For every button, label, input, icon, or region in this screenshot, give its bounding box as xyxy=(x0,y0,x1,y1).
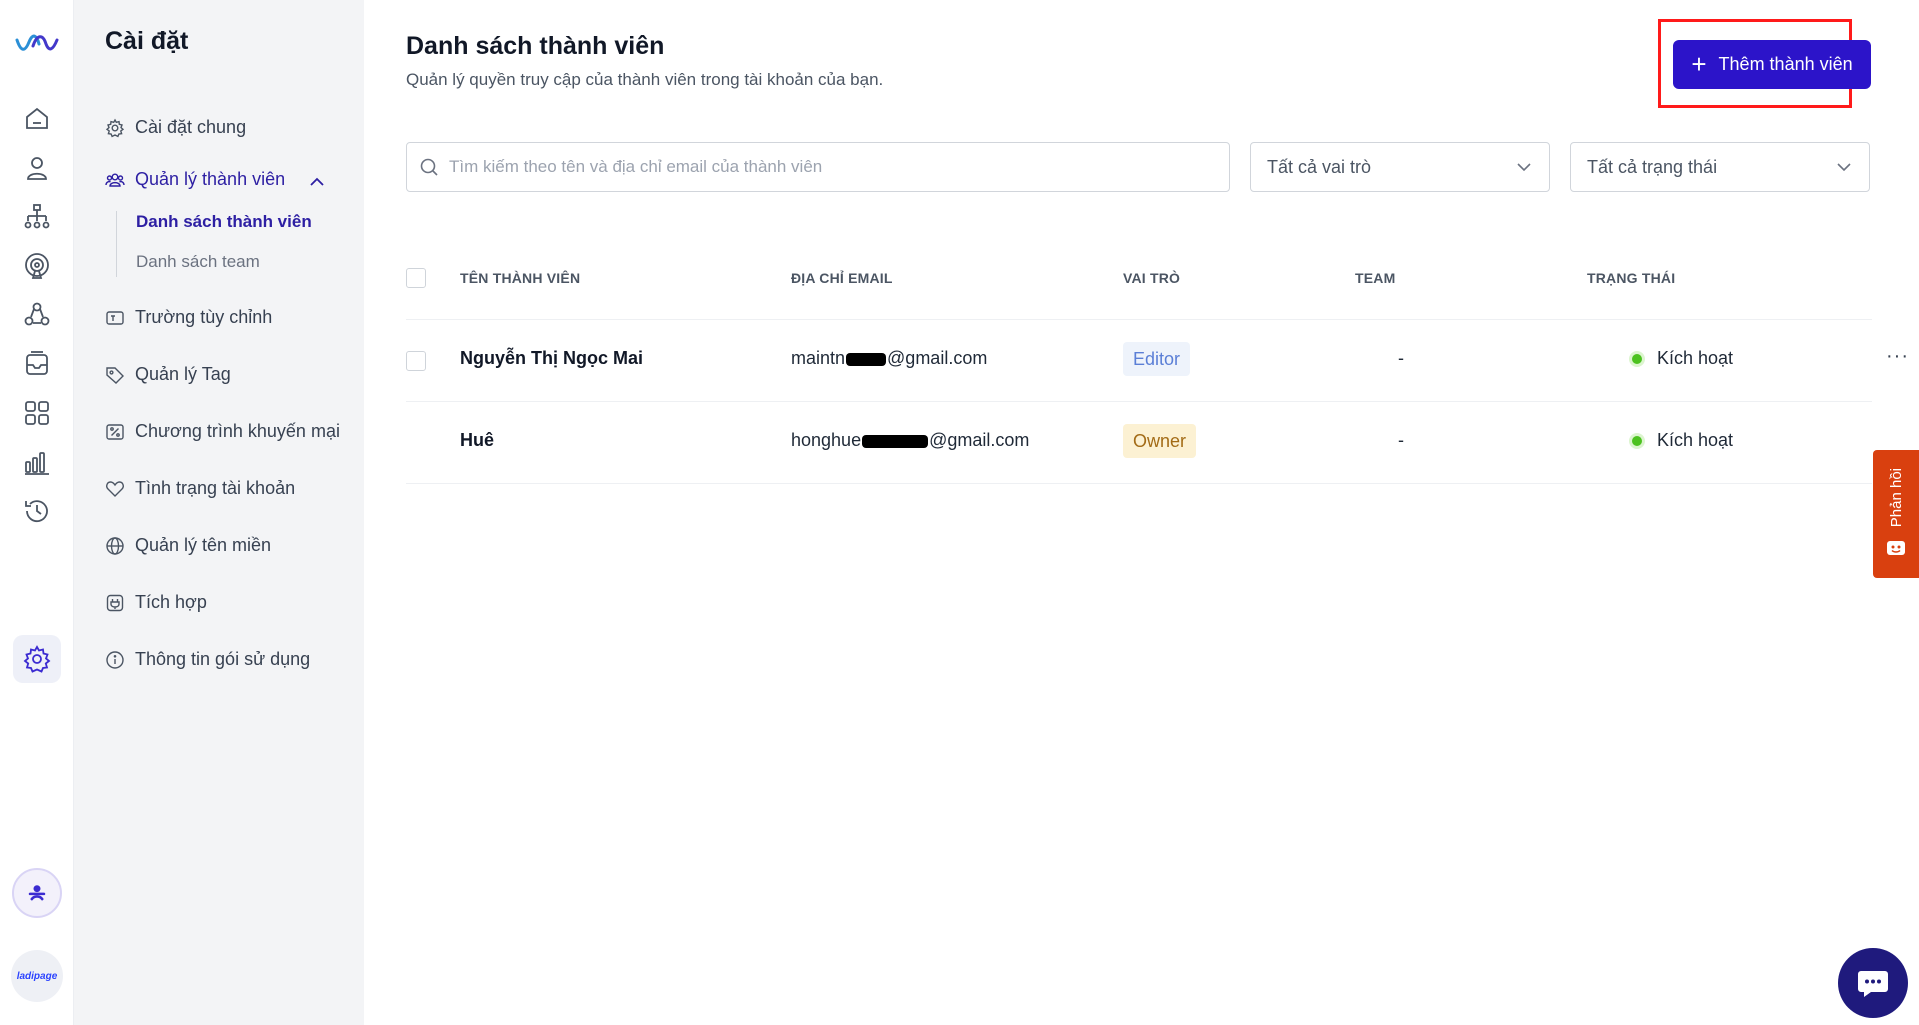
sidebar-item-members[interactable]: Quản lý thành viên xyxy=(105,169,285,190)
sidebar-item-domains[interactable]: Quản lý tên miền xyxy=(105,535,271,556)
add-member-button[interactable]: + Thêm thành viên xyxy=(1673,40,1871,89)
member-email: maintn @gmail.com xyxy=(791,348,987,369)
plus-icon: + xyxy=(1691,48,1707,79)
search-input[interactable] xyxy=(449,157,1209,177)
chevron-down-icon xyxy=(1517,163,1531,172)
sidebar-item-integrations[interactable]: Tích hợp xyxy=(105,592,207,613)
chevron-up-icon[interactable] xyxy=(307,172,327,192)
icon-rail: ladipage xyxy=(0,0,74,1025)
sidebar-subitem-member-list[interactable]: Danh sách thành viên xyxy=(136,212,312,232)
history-icon[interactable] xyxy=(13,487,61,535)
column-header-role: VAI TRÒ xyxy=(1123,270,1181,286)
role-filter-value: Tất cả vai trò xyxy=(1267,156,1372,177)
email-prefix: honghue xyxy=(791,430,862,450)
sidebar-item-label: Tình trạng tài khoản xyxy=(135,478,296,498)
apps-icon[interactable] xyxy=(13,389,61,437)
role-badge: Owner xyxy=(1123,424,1197,458)
more-actions-icon[interactable]: ··· xyxy=(1886,345,1909,368)
search-icon xyxy=(420,158,438,176)
sidebar-item-label: Quản lý Tag xyxy=(135,364,231,384)
avatar[interactable] xyxy=(12,868,62,918)
inbox-icon[interactable] xyxy=(13,340,61,388)
email-suffix: @gmail.com xyxy=(929,430,1030,450)
add-member-label: Thêm thành viên xyxy=(1718,54,1853,74)
status-dot xyxy=(1629,350,1645,367)
chat-widget-button[interactable] xyxy=(1838,948,1908,1018)
member-name: Huê xyxy=(460,430,495,450)
brand-logo[interactable]: ladipage xyxy=(11,950,63,1002)
members-icon xyxy=(105,172,125,187)
status-dot xyxy=(1629,432,1645,449)
plug-icon xyxy=(106,594,124,611)
tag-icon xyxy=(106,366,124,384)
table-row[interactable]: Nguyễn Thị Ngọc Mai maintn @gmail.com Edi… xyxy=(406,320,1908,402)
row-checkbox[interactable] xyxy=(406,351,426,371)
globe-icon xyxy=(106,536,124,555)
submenu-line xyxy=(116,211,117,277)
member-team: - xyxy=(1398,348,1404,368)
search-box xyxy=(406,142,1230,192)
user-icon[interactable] xyxy=(13,144,61,192)
sidebar-item-account-status[interactable]: Tình trạng tài khoản xyxy=(105,478,295,499)
sidebar-subitem-team-list[interactable]: Danh sách team xyxy=(136,252,260,272)
gear-icon xyxy=(105,118,125,137)
status-filter-value: Tất cả trạng thái xyxy=(1587,156,1718,177)
column-header-status: TRẠNG THÁI xyxy=(1587,270,1676,286)
sidebar-item-label: Thông tin gói sử dụng xyxy=(135,649,311,669)
org-chart-icon[interactable] xyxy=(13,193,61,241)
role-badge: Editor xyxy=(1123,342,1191,376)
sidebar-item-promotions[interactable]: Chương trình khuyến mại xyxy=(105,421,340,442)
home-icon[interactable] xyxy=(13,95,61,143)
sidebar-item-label: Chương trình khuyến mại xyxy=(135,421,340,441)
app-logo[interactable] xyxy=(15,32,59,56)
page-subtitle: Quản lý quyền truy cập của thành viên tr… xyxy=(406,70,884,89)
heart-icon xyxy=(106,480,124,497)
custom-field-icon xyxy=(106,310,124,325)
sidebar-item-label: Cài đặt chung xyxy=(135,117,247,137)
member-name: Nguyễn Thị Ngọc Mai xyxy=(460,348,644,368)
settings-sidebar: Cài đặt Cài đặt chung Quản lý thành viên… xyxy=(74,0,364,1025)
table-header: TÊN THÀNH VIÊN ĐỊA CHỈ EMAIL VAI TRÒ TEA… xyxy=(406,258,1872,320)
status-label: Kích hoạt xyxy=(1657,348,1734,368)
chat-icon xyxy=(1858,971,1888,997)
main-content: Danh sách thành viên Quản lý quyền truy … xyxy=(364,0,1919,1025)
role-filter-select[interactable]: Tất cả vai trò xyxy=(1250,142,1550,192)
gear-icon[interactable] xyxy=(13,635,61,683)
email-prefix: maintn xyxy=(791,348,846,368)
status-badge: Kích hoạt xyxy=(1629,430,1733,451)
column-header-name: TÊN THÀNH VIÊN xyxy=(460,270,581,286)
sidebar-item-general[interactable]: Cài đặt chung xyxy=(105,117,246,138)
redaction-mark xyxy=(862,434,929,448)
bar-chart-icon[interactable] xyxy=(13,438,61,486)
email-suffix: @gmail.com xyxy=(887,348,988,368)
feedback-label: Phản hồi xyxy=(1887,468,1905,528)
sidebar-item-label: Quản lý tên miền xyxy=(135,535,272,555)
column-header-team: TEAM xyxy=(1355,270,1396,286)
feedback-tab[interactable]: Phản hồi xyxy=(1873,450,1919,578)
sidebar-item-label: Tích hợp xyxy=(135,592,207,612)
sidebar-item-label: Trường tùy chỉnh xyxy=(135,307,273,327)
sidebar-item-custom-fields[interactable]: Trường tùy chỉnh xyxy=(105,307,272,328)
page-title: Danh sách thành viên xyxy=(406,32,665,60)
select-all-checkbox[interactable] xyxy=(406,268,426,288)
status-label: Kích hoạt xyxy=(1657,430,1734,450)
status-badge: Kích hoạt xyxy=(1629,348,1733,369)
feedback-icon xyxy=(1887,540,1905,555)
sidebar-item-plan-info[interactable]: Thông tin gói sử dụng xyxy=(105,649,310,670)
sidebar-item-label: Quản lý thành viên xyxy=(135,169,286,189)
column-header-email: ĐỊA CHỈ EMAIL xyxy=(791,270,893,286)
chevron-down-icon xyxy=(1837,163,1851,172)
sidebar-item-tags[interactable]: Quản lý Tag xyxy=(105,364,231,385)
broadcast-icon[interactable] xyxy=(13,242,61,290)
member-email: honghue @gmail.com xyxy=(791,430,1029,451)
discount-icon xyxy=(106,423,124,440)
segments-icon[interactable] xyxy=(13,291,61,339)
info-icon xyxy=(106,650,124,669)
table-row[interactable]: Huê honghue @gmail.com Owner - Kích hoạt xyxy=(406,402,1872,484)
member-team: - xyxy=(1398,430,1404,450)
redaction-mark xyxy=(846,352,887,366)
status-filter-select[interactable]: Tất cả trạng thái xyxy=(1570,142,1870,192)
sidebar-title: Cài đặt xyxy=(105,27,189,55)
